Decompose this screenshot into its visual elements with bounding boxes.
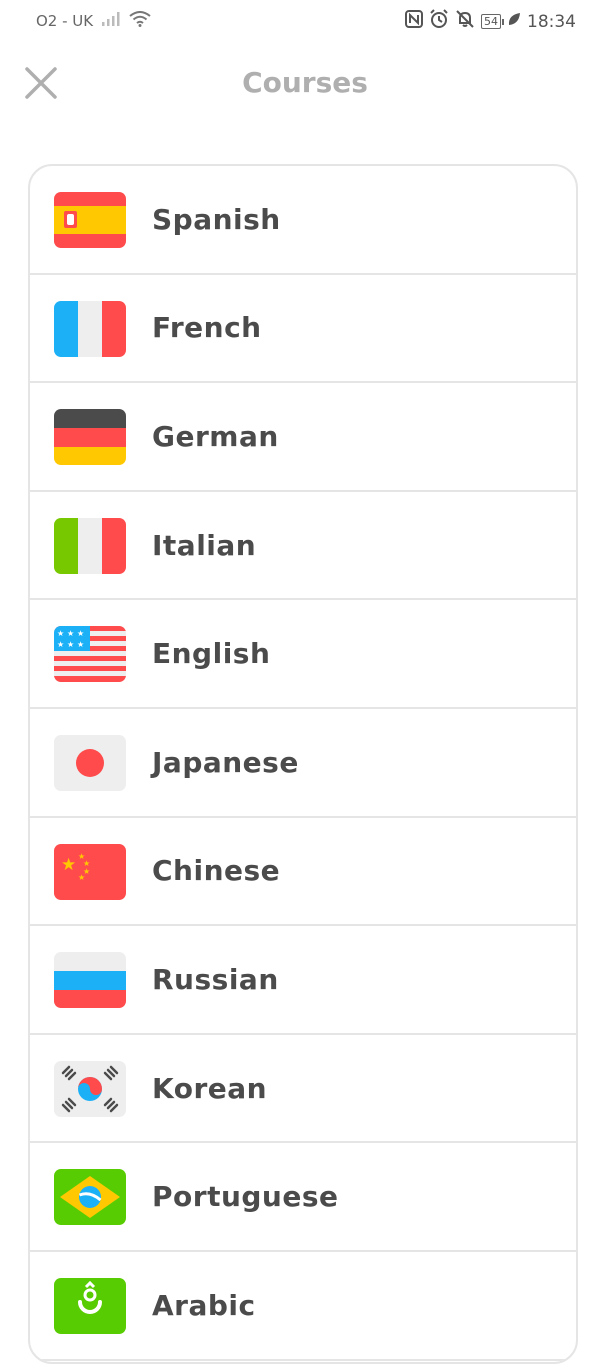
spain-flag-icon — [54, 192, 126, 248]
france-flag-icon — [54, 300, 126, 357]
course-row-italian[interactable]: Italian — [30, 492, 576, 601]
course-label: German — [152, 419, 279, 453]
alarm-icon — [429, 9, 449, 34]
course-row-french[interactable]: French — [30, 275, 576, 384]
page-title: Courses — [242, 66, 368, 99]
svg-text:★: ★ — [78, 873, 85, 882]
course-row-russian[interactable]: Russian — [30, 926, 576, 1035]
course-row-german[interactable]: German — [30, 383, 576, 492]
svg-text:★: ★ — [77, 629, 84, 638]
course-row-english[interactable]: ★ ★ ★ ★ ★ ★ English — [30, 600, 576, 709]
china-flag-icon: ★ ★ ★ ★ ★ — [54, 843, 126, 900]
course-label: French — [152, 311, 262, 345]
clock-time: 18:34 — [527, 11, 576, 32]
course-row-arabic[interactable]: Arabic — [30, 1252, 576, 1361]
svg-text:★: ★ — [67, 629, 74, 638]
arabic-flag-icon — [54, 1277, 126, 1334]
course-row-korean[interactable]: Korean — [30, 1035, 576, 1144]
svg-text:★: ★ — [57, 640, 64, 649]
course-row-japanese[interactable]: Japanese — [30, 709, 576, 818]
nfc-icon — [405, 10, 423, 33]
battery-icon: 54 — [481, 14, 504, 29]
brazil-flag-icon — [54, 1169, 126, 1226]
course-label: English — [152, 637, 271, 671]
course-label: Japanese — [152, 745, 299, 779]
leaf-icon — [507, 11, 521, 32]
course-row-spanish[interactable]: Spanish — [30, 166, 576, 275]
course-label: Italian — [152, 528, 257, 562]
russia-flag-icon — [54, 952, 126, 1009]
carrier-label: O2 - UK — [36, 12, 94, 30]
japan-flag-icon — [54, 734, 126, 791]
korea-flag-icon — [54, 1060, 126, 1117]
course-row-portuguese[interactable]: Portuguese — [30, 1143, 576, 1252]
status-bar: O2 - UK 54 18:34 — [0, 0, 610, 44]
usa-flag-icon: ★ ★ ★ ★ ★ ★ — [54, 626, 126, 683]
course-label: Chinese — [152, 854, 281, 888]
course-label: Spanish — [152, 202, 281, 236]
course-label: Portuguese — [152, 1180, 339, 1214]
course-label: Russian — [152, 962, 279, 996]
signal-icon — [101, 11, 121, 31]
germany-flag-icon — [54, 409, 126, 466]
mute-bell-icon — [455, 9, 475, 34]
wifi-icon — [129, 11, 151, 31]
svg-text:★: ★ — [67, 640, 74, 649]
svg-text:★: ★ — [57, 629, 64, 638]
course-label: Korean — [152, 1071, 268, 1105]
italy-flag-icon — [54, 517, 126, 574]
header: Courses — [0, 44, 610, 124]
svg-text:★: ★ — [61, 855, 76, 875]
course-row-chinese[interactable]: ★ ★ ★ ★ ★ Chinese — [30, 818, 576, 927]
svg-text:★: ★ — [77, 640, 84, 649]
course-list: Spanish French German Italian ★ ★ ★ ★ ★ … — [28, 164, 578, 1364]
course-label: Arabic — [152, 1288, 256, 1322]
